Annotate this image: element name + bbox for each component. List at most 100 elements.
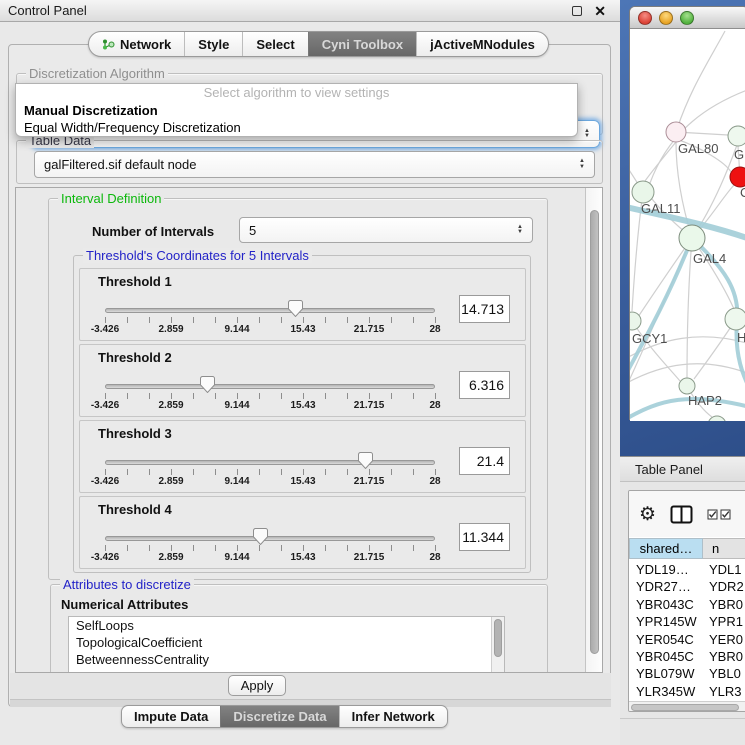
table-cell[interactable]: YPR1 — [703, 613, 745, 630]
close-icon[interactable]: ✕ — [594, 4, 606, 18]
tab-infer-network[interactable]: Infer Network — [339, 706, 447, 727]
table-data-value: galFiltered.sif default node — [44, 157, 196, 172]
threshold-panel: Threshold 1 -3.4262.8599.14415.4321.7152… — [79, 268, 526, 341]
table-cell[interactable]: YLR345W — [629, 683, 703, 700]
network-node[interactable] — [730, 167, 745, 187]
application-window: { "left_panel": { "titlebar": { "title":… — [0, 0, 745, 745]
algorithm-option-equal-width[interactable]: Equal Width/Frequency Discretization — [16, 119, 577, 136]
attribute-list-item[interactable]: BetweennessCentrality — [69, 651, 504, 668]
apply-button[interactable]: Apply — [228, 675, 286, 696]
network-node-label: GAL11 — [641, 201, 681, 216]
table-cell[interactable]: YBR0 — [703, 596, 745, 613]
table-row[interactable]: YER054CYER0 — [629, 631, 745, 648]
slider-thumb[interactable] — [253, 528, 268, 545]
table-cell[interactable]: YLR3 — [703, 683, 745, 700]
table-body[interactable]: YDL19…YDL1YDR27…YDR2YBR043CYBR0YPR145WYP… — [629, 561, 745, 705]
threshold-value-field[interactable]: 14.713 — [459, 295, 510, 323]
network-canvas[interactable]: GAL80GCGAL11GAL4GCY1HHAP2 — [630, 29, 745, 421]
close-window-button[interactable] — [638, 11, 652, 25]
column-header-shared-name[interactable]: shared… — [629, 538, 703, 559]
slider-thumb[interactable] — [288, 300, 303, 317]
slider-track[interactable] — [105, 384, 435, 389]
float-window-icon[interactable] — [572, 6, 582, 16]
zoom-window-button[interactable] — [680, 11, 694, 25]
select-checkboxes-icon[interactable] — [707, 509, 731, 520]
slider-tick-labels: -3.4262.8599.14415.4321.71528 — [105, 400, 435, 412]
slider-track[interactable] — [105, 536, 435, 541]
number-of-intervals-combobox[interactable]: 5 ▲▼ — [239, 217, 533, 243]
settings-scroll-panel: Interval Definition Number of Intervals … — [15, 187, 603, 673]
gear-icon[interactable]: ⚙ — [639, 505, 656, 524]
table-cell[interactable]: YDR27… — [629, 578, 703, 595]
attribute-list-item[interactable]: TopologicalCoefficient — [69, 634, 504, 651]
minimize-window-button[interactable] — [659, 11, 673, 25]
algorithm-hint-option[interactable]: Select algorithm to view settings — [16, 84, 577, 102]
table-row[interactable]: YDL19…YDL1 — [629, 561, 745, 578]
network-node[interactable] — [728, 126, 745, 146]
scrollbar-thumb[interactable] — [494, 619, 502, 657]
scrollbar-thumb[interactable] — [590, 210, 599, 654]
slider-track[interactable] — [105, 308, 435, 313]
axis-tick-label: -3.426 — [91, 476, 119, 487]
network-node[interactable] — [725, 308, 745, 330]
table-row[interactable]: YDR27…YDR2 — [629, 578, 745, 595]
table-row[interactable]: YLR345WYLR3 — [629, 683, 745, 700]
axis-tick-label: 15.43 — [290, 476, 315, 487]
table-row[interactable]: YBR045CYBR0 — [629, 648, 745, 665]
table-cell[interactable]: YER0 — [703, 631, 745, 648]
table-row[interactable]: YBL079WYBL0 — [629, 665, 745, 682]
tab-select[interactable]: Select — [242, 32, 307, 56]
threshold-slider[interactable]: -3.4262.8599.14415.4321.71528 — [105, 297, 435, 337]
interval-definition-title: Interval Definition — [58, 191, 164, 206]
table-row[interactable]: YPR145WYPR1 — [629, 613, 745, 630]
slider-track[interactable] — [105, 460, 435, 465]
threshold-value-field[interactable]: 6.316 — [459, 371, 510, 399]
table-cell[interactable]: YBL079W — [629, 665, 703, 682]
threshold-value-field[interactable]: 11.344 — [459, 523, 510, 551]
tab-select-label: Select — [256, 37, 294, 52]
network-node[interactable] — [632, 181, 654, 203]
attribute-list-item[interactable]: SelfLoops — [69, 617, 504, 634]
threshold-label: Threshold 4 — [98, 502, 172, 517]
axis-tick-label: 2.859 — [158, 552, 183, 563]
slider-ticks — [105, 545, 436, 551]
table-cell[interactable]: YBR045C — [629, 648, 703, 665]
tab-style[interactable]: Style — [184, 32, 242, 56]
tab-jactivemnodules[interactable]: jActiveMNodules — [416, 32, 548, 56]
slider-thumb[interactable] — [358, 452, 373, 469]
table-cell[interactable]: YDL19… — [629, 561, 703, 578]
axis-tick-label: 9.144 — [224, 324, 249, 335]
table-cell[interactable]: YDR2 — [703, 578, 745, 595]
scrollbar-thumb[interactable] — [631, 704, 739, 711]
tab-discretize-data[interactable]: Discretize Data — [220, 706, 338, 727]
table-row[interactable]: YBR043CYBR0 — [629, 596, 745, 613]
network-node[interactable] — [666, 122, 686, 142]
table-data-combobox[interactable]: galFiltered.sif default node ▲▼ — [34, 151, 595, 178]
table-cell[interactable]: YPR145W — [629, 613, 703, 630]
network-node[interactable] — [679, 378, 695, 394]
table-cell[interactable]: YBR0 — [703, 648, 745, 665]
table-cell[interactable]: YBL0 — [703, 665, 745, 682]
threshold-slider[interactable]: -3.4262.8599.14415.4321.71528 — [105, 525, 435, 565]
attributes-scrollbar[interactable] — [491, 617, 504, 673]
threshold-value-field[interactable]: 21.4 — [459, 447, 510, 475]
threshold-slider[interactable]: -3.4262.8599.14415.4321.71528 — [105, 449, 435, 489]
split-columns-icon[interactable] — [670, 505, 693, 524]
table-cell[interactable]: YDL1 — [703, 561, 745, 578]
column-header-name[interactable]: n — [703, 538, 745, 559]
network-node[interactable] — [679, 225, 705, 251]
table-toolbar: ⚙ — [629, 491, 745, 537]
algorithm-option-manual[interactable]: Manual Discretization — [16, 102, 577, 119]
network-graph[interactable]: GAL80GCGAL11GAL4GCY1HHAP2 — [630, 29, 745, 421]
numerical-attributes-list[interactable]: SelfLoopsTopologicalCoefficientBetweenne… — [68, 616, 505, 673]
tab-cyni-toolbox[interactable]: Cyni Toolbox — [308, 32, 416, 56]
tab-impute-data[interactable]: Impute Data — [122, 706, 220, 727]
threshold-slider[interactable]: -3.4262.8599.14415.4321.71528 — [105, 373, 435, 413]
slider-thumb[interactable] — [200, 376, 215, 393]
threshold-label: Threshold 2 — [98, 350, 172, 365]
table-cell[interactable]: YBR043C — [629, 596, 703, 613]
panel-scrollbar[interactable] — [585, 188, 602, 672]
table-horizontal-scrollbar[interactable] — [629, 701, 745, 712]
tab-network[interactable]: Network — [89, 32, 184, 56]
table-cell[interactable]: YER054C — [629, 631, 703, 648]
